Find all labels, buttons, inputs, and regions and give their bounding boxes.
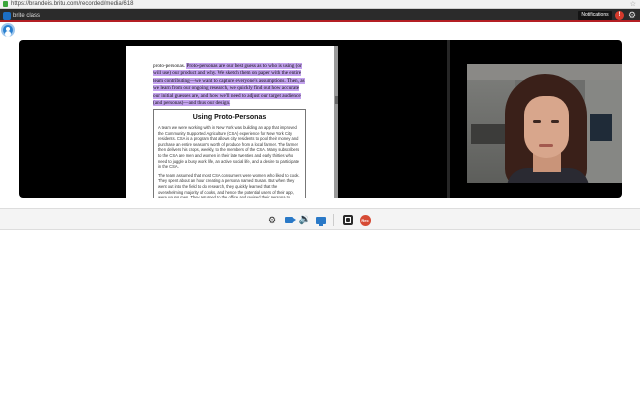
sidebar-paragraph: The team assumed that most CSA consumers… <box>158 172 300 198</box>
sidebar-paragraph: A team we were working with in New York … <box>158 125 300 170</box>
settings-gear-icon[interactable]: ⚙ <box>628 10 636 21</box>
notifications-button[interactable]: Notifications <box>578 11 612 20</box>
logo-text: brite class <box>13 12 41 19</box>
video-monitor <box>590 114 612 141</box>
document-highlighted-text: proto-personas. Proto-personas are our b… <box>153 63 307 107</box>
media-toolbar: ⚙ 🔉 Rec <box>0 208 640 230</box>
sidebar-title: Using Proto-Personas <box>192 114 267 121</box>
video-shelf <box>471 124 509 144</box>
shared-document[interactable]: proto-personas. Proto-personas are our b… <box>126 46 338 198</box>
video-camera-icon[interactable] <box>283 214 296 226</box>
video-person-face <box>524 96 569 158</box>
url-text[interactable]: https://brandeis.britu.com/recorded/medi… <box>11 0 133 9</box>
app-header: brite class Notifications ! ⚙ <box>0 9 640 22</box>
speaker-icon[interactable]: 🔉 <box>299 214 311 226</box>
lock-icon <box>3 1 8 7</box>
stop-icon[interactable] <box>342 214 354 226</box>
camera-shape <box>285 217 296 223</box>
logo-icon <box>3 11 11 20</box>
alert-icon[interactable]: ! <box>615 11 624 20</box>
record-icon: Rec <box>359 214 371 226</box>
video-person-mouth <box>539 144 553 147</box>
document-lead-text: proto-personas. <box>153 63 186 69</box>
stage-divider <box>447 40 450 198</box>
monitor-shape <box>316 216 326 226</box>
presentation-stage: proto-personas. Proto-personas are our b… <box>19 40 622 198</box>
stop-shape <box>343 215 353 225</box>
gear-icon[interactable]: ⚙ <box>266 214 278 226</box>
webcam-video <box>467 64 622 183</box>
sidebar-body: A team we were working with in New York … <box>158 125 301 198</box>
video-person-eye <box>551 120 559 123</box>
browser-address-bar[interactable]: https://brandeis.britu.com/recorded/medi… <box>0 0 640 9</box>
sidebar-box: Using Proto-Personas A team we were work… <box>153 109 306 198</box>
highlighted-passage: Proto-personas are our best guess as to … <box>153 63 305 107</box>
user-avatar[interactable] <box>1 23 15 37</box>
record-button[interactable]: Rec <box>359 214 371 226</box>
app-logo[interactable]: brite class <box>3 11 40 20</box>
document-scrollbar[interactable] <box>335 96 338 104</box>
video-person-eye <box>533 120 541 123</box>
screen-share-icon[interactable] <box>315 214 327 226</box>
star-icon[interactable]: ☆ <box>630 0 636 9</box>
toolbar-separator <box>333 214 334 226</box>
